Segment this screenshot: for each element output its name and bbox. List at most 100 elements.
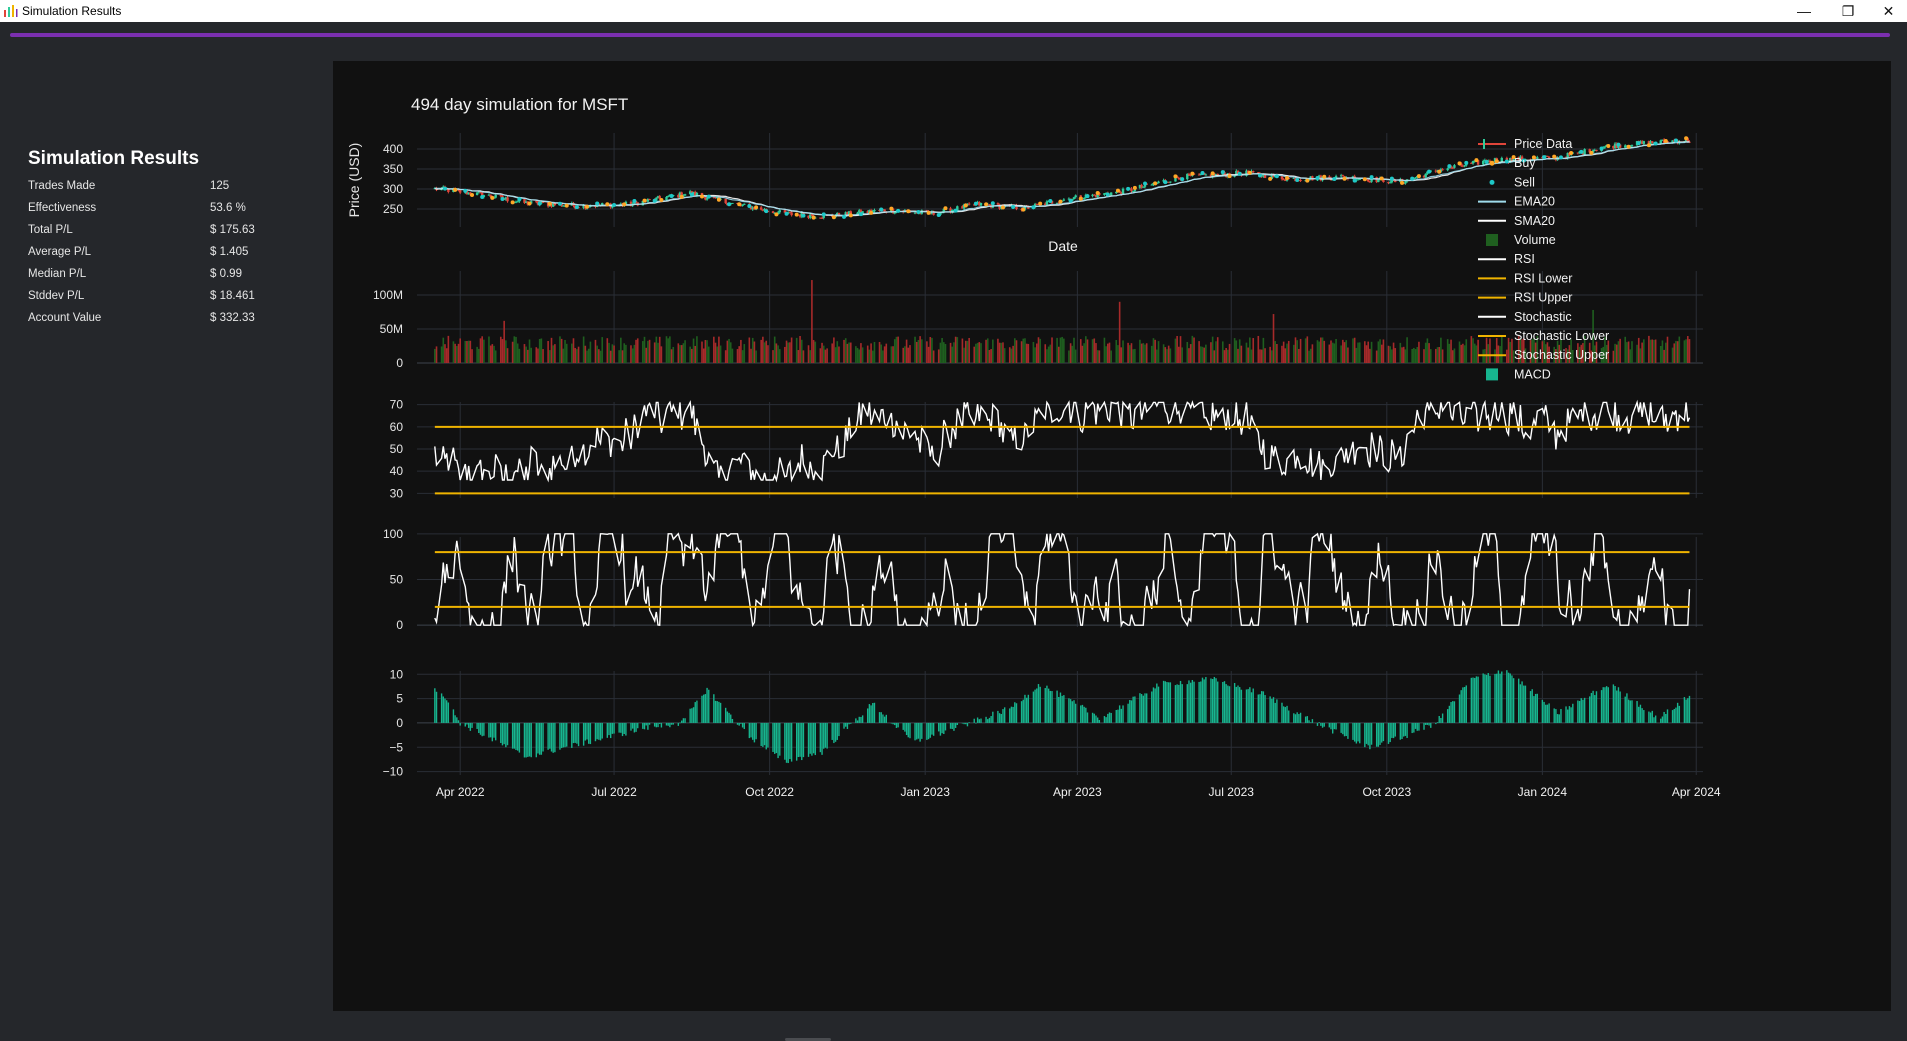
price-candle — [873, 209, 876, 212]
price-candle — [1451, 167, 1454, 169]
macd-bar — [708, 689, 710, 723]
volume-bar — [1391, 349, 1393, 363]
legend-item[interactable]: MACD — [1486, 367, 1551, 381]
buy-marker — [848, 213, 853, 218]
volume-bar — [493, 345, 495, 363]
volume-bar — [577, 346, 580, 363]
volume-bar — [821, 342, 823, 363]
macd-bar — [442, 696, 444, 723]
macd-bar — [1636, 701, 1638, 723]
macd-bar — [1240, 689, 1243, 723]
macd-bar — [1205, 677, 1207, 723]
buy-marker — [1626, 144, 1631, 149]
macd-bar — [728, 712, 730, 723]
price-candle — [1072, 197, 1076, 200]
macd-bar — [963, 722, 965, 725]
volume-bar — [1142, 343, 1145, 363]
volume-bar — [826, 348, 828, 363]
volume-bar — [684, 340, 686, 363]
macd-bar — [961, 722, 964, 724]
macd-bar — [1577, 700, 1579, 723]
legend-item[interactable]: RSI — [1478, 252, 1535, 266]
macd-bar — [1675, 707, 1677, 723]
volume-bar — [1186, 341, 1189, 363]
restore-button[interactable]: ❐ — [1826, 0, 1870, 22]
legend-item[interactable]: EMA20 — [1478, 195, 1555, 209]
macd-bar — [1056, 690, 1058, 723]
volume-bar — [660, 346, 663, 363]
legend-item[interactable]: Sell — [1489, 175, 1535, 189]
legend-item[interactable]: Volume — [1486, 233, 1556, 247]
macd-bar — [872, 703, 874, 723]
macd-bar — [516, 722, 519, 751]
macd-bar — [633, 722, 636, 733]
volume-bar — [515, 336, 517, 363]
macd-bar — [748, 722, 751, 739]
volume-bar — [902, 347, 905, 363]
macd-bar — [1545, 704, 1547, 723]
legend-item[interactable]: Stochastic Lower — [1478, 329, 1609, 343]
macd-bar — [1477, 676, 1479, 723]
legend-item[interactable]: RSI Upper — [1478, 291, 1572, 305]
macd-bar — [682, 718, 685, 723]
macd-bar — [1047, 688, 1050, 723]
macd-bar — [894, 722, 896, 726]
buy-marker — [737, 202, 742, 207]
macd-bar — [1032, 691, 1035, 723]
macd-bar — [444, 698, 446, 723]
chart-canvas[interactable]: 250300350400050M100M3040506070050100−10−… — [333, 61, 1891, 1011]
volume-bar — [990, 349, 992, 363]
volume-bar — [1641, 342, 1643, 363]
y-tick-label: 30 — [390, 486, 404, 500]
macd-bar — [909, 722, 911, 739]
macd-bar — [953, 722, 955, 731]
buy-marker — [1362, 177, 1367, 182]
macd-bar — [1403, 722, 1405, 737]
price-candle — [731, 202, 734, 204]
macd-bar — [1257, 694, 1259, 723]
buy-marker — [564, 203, 569, 208]
buy-marker — [906, 209, 911, 214]
buy-marker — [585, 204, 590, 209]
macd-bar — [1328, 722, 1331, 728]
macd-bar — [1108, 712, 1111, 723]
macd-bar — [966, 722, 969, 727]
legend-item[interactable]: Stochastic — [1478, 310, 1572, 324]
plot-panel[interactable]: 494 day simulation for MSFT 250 300 350 400… — [333, 61, 1891, 1011]
macd-bar — [1316, 722, 1319, 726]
close-button[interactable]: ✕ — [1870, 0, 1907, 22]
volume-bar — [625, 344, 627, 363]
volume-bar — [1247, 347, 1249, 363]
volume-bar — [501, 339, 504, 363]
volume-bar — [1330, 340, 1332, 363]
macd-bar — [1474, 677, 1476, 723]
volume-bar — [1176, 335, 1178, 363]
volume-bar — [658, 336, 661, 363]
buy-marker — [699, 194, 704, 199]
sell-marker — [1048, 198, 1053, 203]
legend-item[interactable]: SMA20 — [1478, 214, 1555, 228]
volume-bar — [1323, 340, 1326, 363]
macd-bar — [1499, 673, 1501, 723]
minimize-button[interactable]: — — [1782, 0, 1826, 22]
volume-bar — [1426, 338, 1429, 363]
volume-bar — [587, 348, 590, 363]
sell-marker — [1447, 164, 1452, 169]
macd-bar — [1174, 685, 1177, 723]
volume-bar — [740, 339, 742, 363]
legend-item[interactable]: RSI Lower — [1478, 271, 1572, 285]
macd-bar — [562, 722, 565, 748]
macd-bar — [1475, 676, 1478, 723]
volume-bar — [535, 347, 538, 363]
macd-bar — [495, 722, 497, 741]
sell-marker — [784, 211, 789, 216]
volume-bar — [915, 341, 918, 363]
volume-bar — [860, 343, 862, 363]
macd-bar — [1671, 710, 1674, 723]
volume-bar — [964, 340, 967, 363]
volume-bar — [530, 347, 533, 363]
volume-bar — [1282, 341, 1285, 363]
macd-bar — [1617, 687, 1620, 723]
volume-bar — [1413, 347, 1415, 363]
sell-marker — [842, 214, 847, 219]
